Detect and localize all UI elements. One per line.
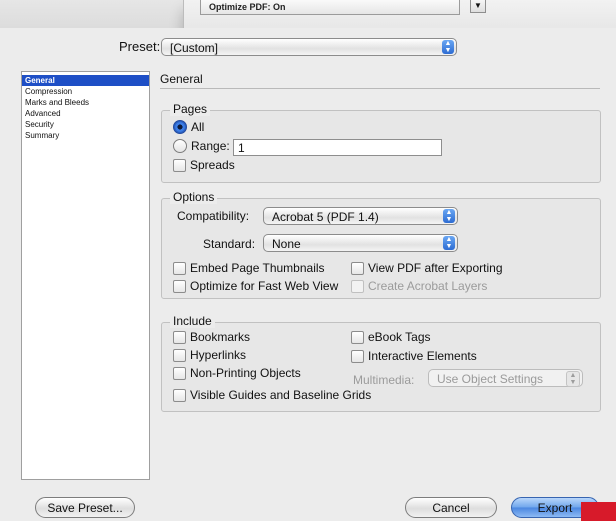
optimize-pdf-field[interactable]: Optimize PDF: On [200,0,460,15]
view-pdf-checkbox[interactable]: View PDF after Exporting [351,261,503,275]
standard-select[interactable]: None ▲ ▼ [263,234,458,252]
popup-arrows-icon: ▲ ▼ [442,40,454,54]
sidebar-item-marks-and-bleeds[interactable]: Marks and Bleeds [22,97,149,108]
interactive-elements-label: Interactive Elements [368,349,477,363]
section-divider [160,88,600,89]
sidebar-item-security[interactable]: Security [22,119,149,130]
checkbox-icon [173,261,186,275]
pages-group-title: Pages [170,102,211,116]
preset-select[interactable]: [Custom] ▲ ▼ [161,38,457,56]
compatibility-select[interactable]: Acrobat 5 (PDF 1.4) ▲ ▼ [263,207,458,225]
red-corner-mark [581,502,616,521]
pages-range-label: Range: [191,139,230,153]
checkbox-icon [173,158,186,172]
hyperlinks-checkbox[interactable]: Hyperlinks [173,348,246,362]
checkbox-icon [351,330,364,344]
pages-all-option[interactable]: All [173,120,204,134]
preset-value: [Custom] [170,41,219,55]
sidebar-item-summary[interactable]: Summary [22,130,149,141]
multimedia-select: Use Object Settings ▲ ▼ [428,369,583,387]
embed-thumbnails-checkbox[interactable]: Embed Page Thumbnails [173,261,325,275]
checkbox-icon [173,348,186,362]
options-group-title: Options [170,190,218,204]
compatibility-value: Acrobat 5 (PDF 1.4) [272,210,379,224]
optimize-web-checkbox[interactable]: Optimize for Fast Web View [173,279,338,293]
section-title: General [160,72,203,86]
sidebar: General Compression Marks and Bleeds Adv… [21,71,150,480]
bookmarks-label: Bookmarks [190,330,251,344]
multimedia-value: Use Object Settings [437,372,544,386]
cancel-button[interactable]: Cancel [405,497,497,518]
hyperlinks-label: Hyperlinks [190,348,247,362]
sidebar-item-general[interactable]: General [22,75,149,86]
spreads-label: Spreads [190,158,235,172]
ebook-tags-label: eBook Tags [368,330,431,344]
checkbox-icon [351,279,364,293]
nonprinting-checkbox[interactable]: Non-Printing Objects [173,366,301,380]
view-pdf-label: View PDF after Exporting [368,261,503,275]
popup-arrows-icon: ▲ ▼ [443,209,455,223]
spreads-checkbox[interactable]: Spreads [173,158,235,172]
checkbox-icon [351,261,364,275]
preset-label: Preset: [119,39,161,54]
checkbox-icon [173,330,186,344]
checkbox-icon [173,279,186,293]
radio-selected-icon [173,120,187,134]
popup-arrows-icon: ▲ ▼ [443,236,455,250]
optimize-pdf-dropdown-arrow-icon[interactable]: ▼ [470,0,486,13]
visible-guides-label: Visible Guides and Baseline Grids [190,388,372,402]
compatibility-label: Compatibility: [177,209,250,223]
multimedia-label: Multimedia: [353,373,415,387]
standard-label: Standard: [203,237,256,251]
visible-guides-checkbox[interactable]: Visible Guides and Baseline Grids [173,388,371,402]
popup-arrows-icon: ▲ ▼ [566,371,580,387]
pages-all-label: All [191,120,205,134]
optimize-web-label: Optimize for Fast Web View [190,279,339,293]
interactive-elements-checkbox[interactable]: Interactive Elements [351,349,477,363]
checkbox-icon [173,366,186,380]
pages-range-input[interactable]: 1 [233,139,442,156]
radio-icon [173,139,187,153]
create-layers-checkbox: Create Acrobat Layers [351,279,487,293]
standard-value: None [272,237,301,251]
bookmarks-checkbox[interactable]: Bookmarks [173,330,250,344]
nonprinting-label: Non-Printing Objects [190,366,301,380]
include-group-title: Include [170,314,215,328]
embed-thumbnails-label: Embed Page Thumbnails [190,261,325,275]
sidebar-item-advanced[interactable]: Advanced [22,108,149,119]
create-layers-label: Create Acrobat Layers [368,279,488,293]
checkbox-icon [173,388,186,402]
pages-range-option[interactable]: Range: [173,139,230,153]
checkbox-icon [351,349,364,363]
ebook-tags-checkbox[interactable]: eBook Tags [351,330,431,344]
save-preset-button[interactable]: Save Preset... [35,497,135,518]
sidebar-item-compression[interactable]: Compression [22,86,149,97]
